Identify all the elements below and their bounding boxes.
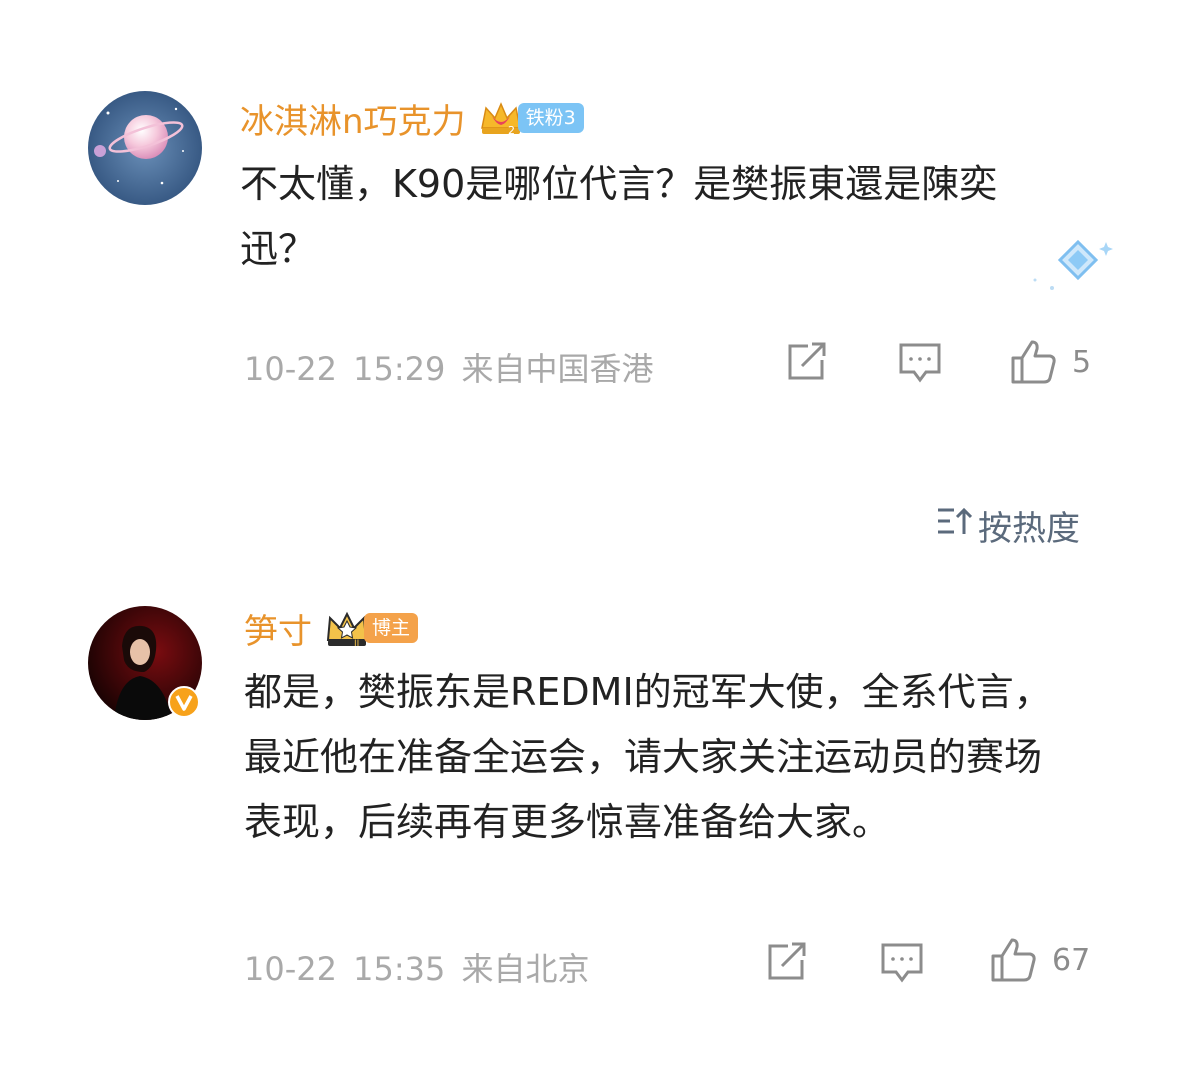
comment-meta: 10-22 15:29 来自中国香港: [244, 350, 654, 388]
fan-badge[interactable]: 2 铁粉3: [478, 98, 584, 138]
svg-text:II: II: [354, 639, 359, 648]
reply-button[interactable]: [880, 942, 924, 984]
reply-button[interactable]: [898, 342, 942, 384]
comment-text: 都是，樊振东是REDMI的冠军大使，全系代言，最近他在准备全运会，请大家关注运动…: [244, 670, 1052, 844]
sort-label: 按热度: [978, 508, 1080, 549]
blogger-badge[interactable]: II 博主: [324, 608, 419, 648]
like-count: 5: [1072, 344, 1092, 380]
comment-text: 不太懂，K90是哪位代言？是樊振東還是陳奕迅？: [240, 162, 998, 271]
svg-text:2: 2: [508, 124, 515, 137]
share-button[interactable]: [786, 342, 828, 382]
badge-label: 铁粉3: [517, 103, 584, 133]
like-button[interactable]: 5: [1010, 338, 1091, 386]
avatar[interactable]: [88, 91, 202, 205]
comment-meta: 10-22 15:35 来自北京: [244, 950, 590, 988]
username[interactable]: 冰淇淋n巧克力: [240, 94, 466, 143]
sort-by-hot-button[interactable]: 按热度: [936, 502, 1080, 549]
badge-label: 博主: [364, 613, 419, 643]
share-button[interactable]: [766, 942, 808, 982]
comment-icon: [880, 942, 924, 984]
crown-icon: 2: [478, 98, 524, 138]
username-row: 冰淇淋n巧克力 2 铁粉3: [240, 94, 584, 142]
like-button[interactable]: 67: [990, 936, 1090, 984]
verified-v-icon: [168, 686, 200, 718]
share-icon: [766, 942, 808, 982]
username-row: 笋寸 II 博主: [244, 604, 419, 653]
sort-icon: [936, 505, 973, 545]
username[interactable]: 笋寸: [244, 604, 312, 653]
diamond-sticker-icon: [1030, 236, 1116, 300]
share-icon: [786, 342, 828, 382]
comment-icon: [898, 342, 942, 384]
like-count: 67: [1052, 942, 1091, 978]
thumbs-up-icon: [1010, 338, 1058, 386]
thumbs-up-icon: [990, 936, 1038, 984]
